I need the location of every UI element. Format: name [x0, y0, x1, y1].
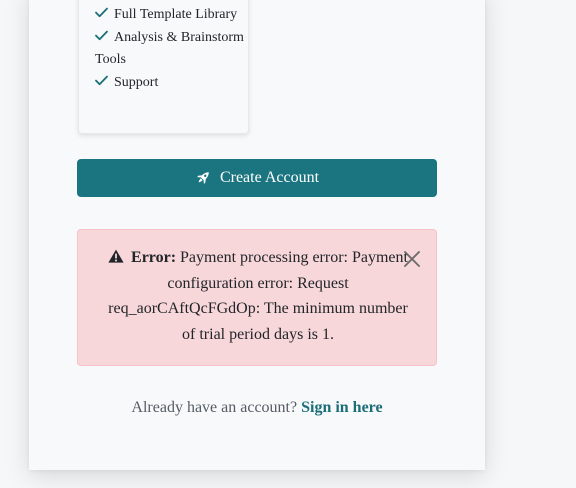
rocket-icon [197, 171, 209, 184]
checkmark-icon [95, 30, 108, 40]
close-icon[interactable] [403, 250, 421, 268]
checkmark-icon [95, 75, 108, 85]
signin-row: Already have an account? Sign in here [77, 399, 437, 417]
signin-prompt: Already have an account? [131, 399, 298, 416]
signin-link[interactable]: Sign in here [301, 399, 383, 416]
error-alert: Error: Payment processing error: Payment… [77, 229, 437, 366]
error-prefix: Error: [131, 249, 177, 266]
warning-triangle-icon [108, 249, 124, 263]
feature-item: Full Template Library [95, 4, 245, 27]
plan-features-box: Full Template Library Analysis & Brainst… [78, 0, 249, 134]
feature-label: Full Template Library [114, 7, 238, 22]
feature-label: Analysis & Brainstorm Tools [95, 29, 244, 68]
feature-item: Support [95, 72, 245, 95]
checkmark-icon [95, 7, 108, 18]
create-account-button[interactable]: Create Account [77, 159, 437, 197]
plan-features-list: Full Template Library Analysis & Brainst… [95, 4, 245, 94]
feature-label: Support [114, 74, 159, 90]
create-account-label: Create Account [219, 169, 320, 186]
feature-item: Analysis & Brainstorm Tools [95, 27, 245, 72]
error-alert-text: Error: Payment processing error: Payment… [106, 245, 410, 347]
